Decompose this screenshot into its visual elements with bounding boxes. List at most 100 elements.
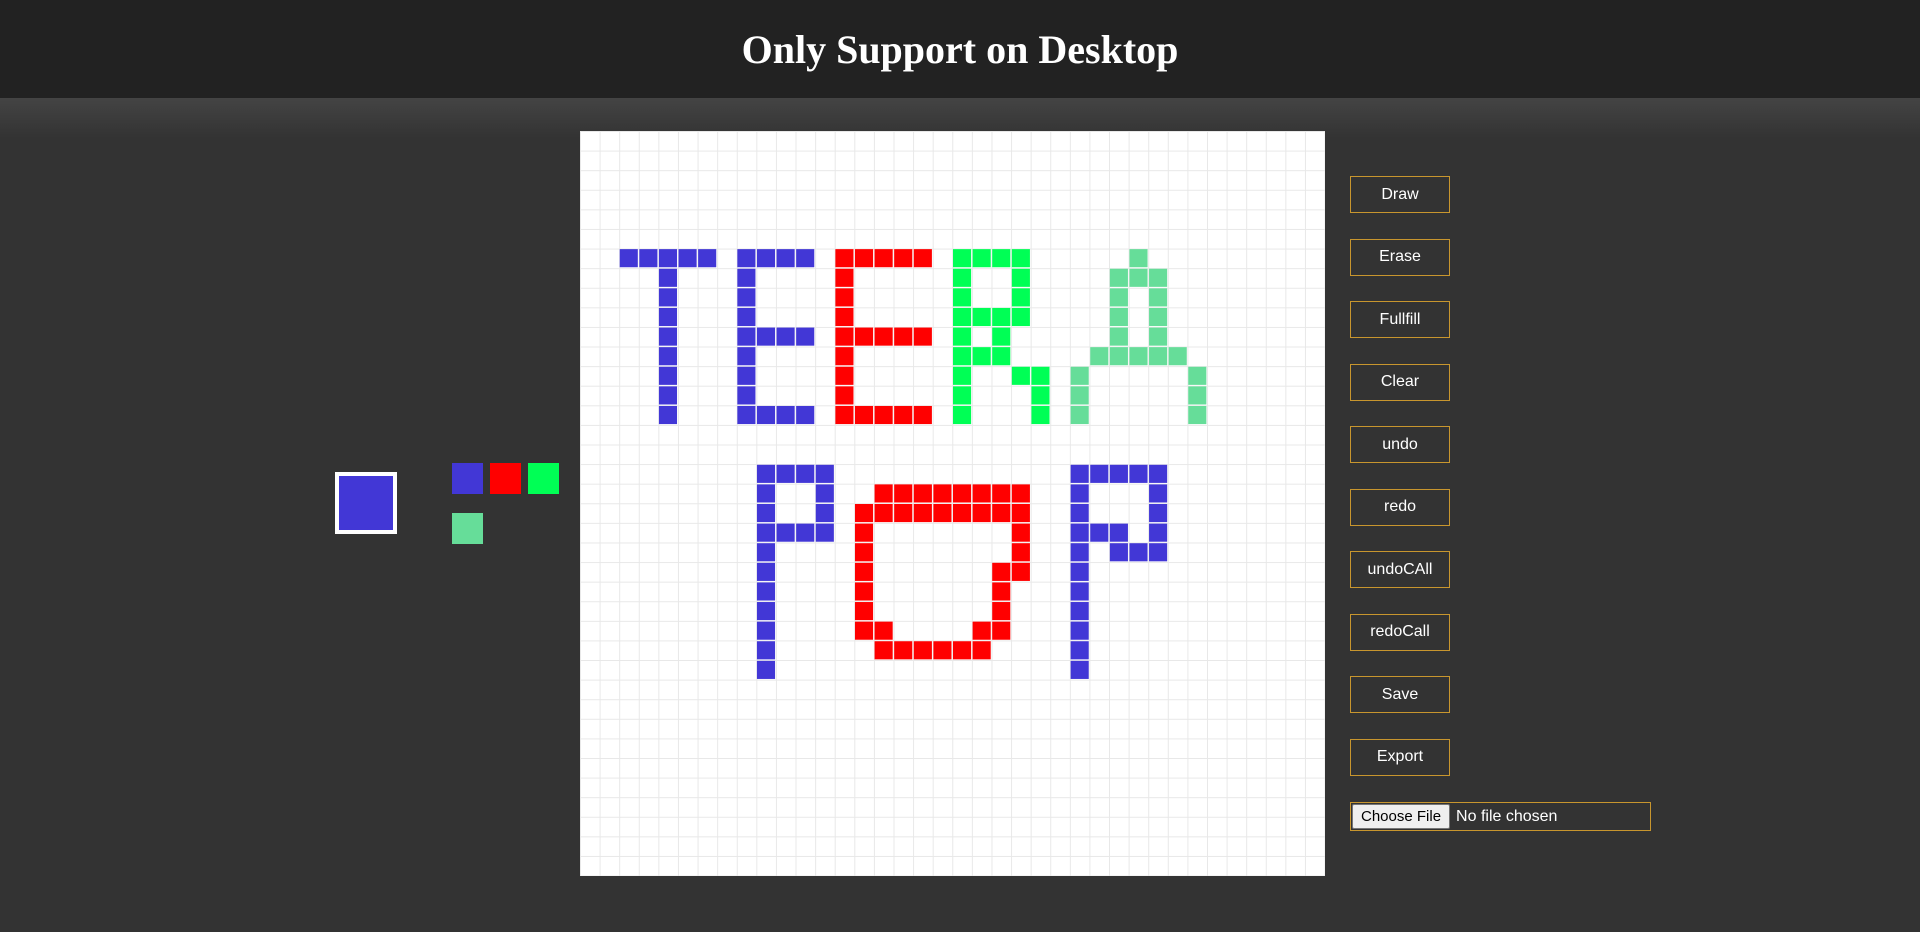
painted-pixel [1109, 327, 1128, 346]
painted-pixel [1149, 327, 1168, 346]
painted-pixel [894, 484, 913, 503]
painted-pixel [1129, 543, 1148, 562]
tool-button-fullfill[interactable]: Fullfill [1350, 301, 1450, 338]
painted-pixel [953, 366, 972, 385]
painted-pixel [894, 641, 913, 660]
color-swatch[interactable] [528, 463, 559, 494]
painted-pixel [1149, 523, 1168, 542]
painted-pixel [815, 464, 834, 483]
painted-pixel [972, 484, 991, 503]
painted-pixel [1011, 366, 1030, 385]
painted-pixel [992, 504, 1011, 523]
painted-pixel [874, 484, 893, 503]
painted-pixel [854, 327, 874, 346]
painted-pixel [658, 307, 678, 327]
painted-pixel [894, 405, 913, 425]
painted-pixel [854, 582, 874, 601]
painted-pixel [756, 543, 776, 562]
tool-button-undo[interactable]: undo [1350, 426, 1450, 463]
painted-pixel [1070, 621, 1089, 640]
painted-pixel [658, 268, 678, 287]
tool-button-redo[interactable]: redo [1350, 488, 1450, 526]
painted-pixel [756, 660, 776, 679]
color-swatch[interactable] [490, 463, 521, 494]
painted-pixel [953, 347, 972, 366]
tool-button-erase[interactable]: Erase [1350, 238, 1450, 276]
painted-pixel [874, 504, 893, 523]
painted-pixel [1109, 464, 1128, 483]
painted-pixel [815, 504, 834, 523]
painted-pixel [953, 327, 972, 346]
painted-pixel [776, 327, 795, 346]
painted-pixel [953, 288, 972, 307]
painted-pixel [992, 327, 1011, 346]
color-swatch[interactable] [452, 463, 483, 494]
painted-pixel [913, 484, 932, 503]
painted-pixel [854, 562, 874, 581]
painted-pixel [1149, 504, 1168, 523]
painted-pixel [658, 405, 678, 425]
painted-pixel [815, 484, 834, 503]
painted-pixel [992, 249, 1011, 268]
painted-pixel [1070, 366, 1089, 385]
painted-pixel [1149, 484, 1168, 503]
painted-pixel [658, 347, 678, 366]
tool-button-clear[interactable]: Clear [1350, 363, 1450, 401]
painted-pixel [639, 249, 658, 268]
painted-pixel [1070, 641, 1089, 660]
painted-pixel [796, 464, 815, 483]
tool-button-export[interactable]: Export [1350, 738, 1450, 776]
painted-pixel [737, 347, 756, 366]
painted-pixel [658, 386, 678, 405]
painted-pixel [874, 641, 893, 660]
painted-pixel [1129, 347, 1148, 366]
painted-pixel [756, 504, 776, 523]
painted-pixel [1109, 523, 1128, 542]
painted-pixel [1168, 347, 1187, 366]
painted-pixel [854, 543, 874, 562]
painted-pixel [992, 484, 1011, 503]
painted-pixel [972, 504, 991, 523]
painted-pixel [992, 602, 1011, 621]
tool-button-undocall[interactable]: undoCAll [1350, 551, 1450, 588]
painted-pixel [796, 523, 815, 542]
choose-file-button[interactable]: Choose File [1352, 804, 1451, 829]
painted-pixel [913, 504, 932, 523]
painted-pixel [1149, 464, 1168, 483]
painted-pixel [854, 523, 874, 542]
painted-pixel [1011, 523, 1030, 542]
current-color-preview [335, 472, 397, 534]
file-input[interactable]: Choose File No file chosen [1350, 802, 1651, 831]
tool-button-redocall[interactable]: redoCall [1350, 613, 1450, 651]
painted-pixel [1011, 268, 1030, 287]
painted-pixel [1070, 464, 1089, 483]
painted-pixel [953, 386, 972, 405]
painted-pixel [756, 602, 776, 621]
painted-pixel [737, 249, 756, 268]
painted-pixel [658, 288, 678, 307]
painted-pixel [1070, 543, 1089, 562]
painted-pixel [737, 366, 756, 385]
painted-pixel [953, 268, 972, 287]
painted-pixel [756, 641, 776, 660]
painted-pixel [835, 288, 854, 307]
painted-pixel [835, 366, 854, 385]
painted-pixel [894, 327, 913, 346]
painted-pixel [874, 405, 893, 425]
pixel-canvas[interactable] [580, 131, 1325, 876]
painted-pixel [992, 562, 1011, 581]
painted-pixel [1011, 562, 1030, 581]
tool-button-save[interactable]: Save [1350, 676, 1450, 713]
painted-pixel [1109, 307, 1128, 327]
painted-pixel [1109, 288, 1128, 307]
painted-pixel [1109, 543, 1128, 562]
color-swatch[interactable] [452, 513, 483, 544]
painted-pixel [894, 504, 913, 523]
tool-button-draw[interactable]: Draw [1350, 176, 1450, 213]
painted-pixel [874, 327, 893, 346]
painted-pixel [913, 249, 932, 268]
painted-pixel [737, 327, 756, 346]
painted-pixel [1109, 268, 1128, 287]
painted-pixel [953, 504, 972, 523]
painted-pixel [972, 621, 991, 640]
